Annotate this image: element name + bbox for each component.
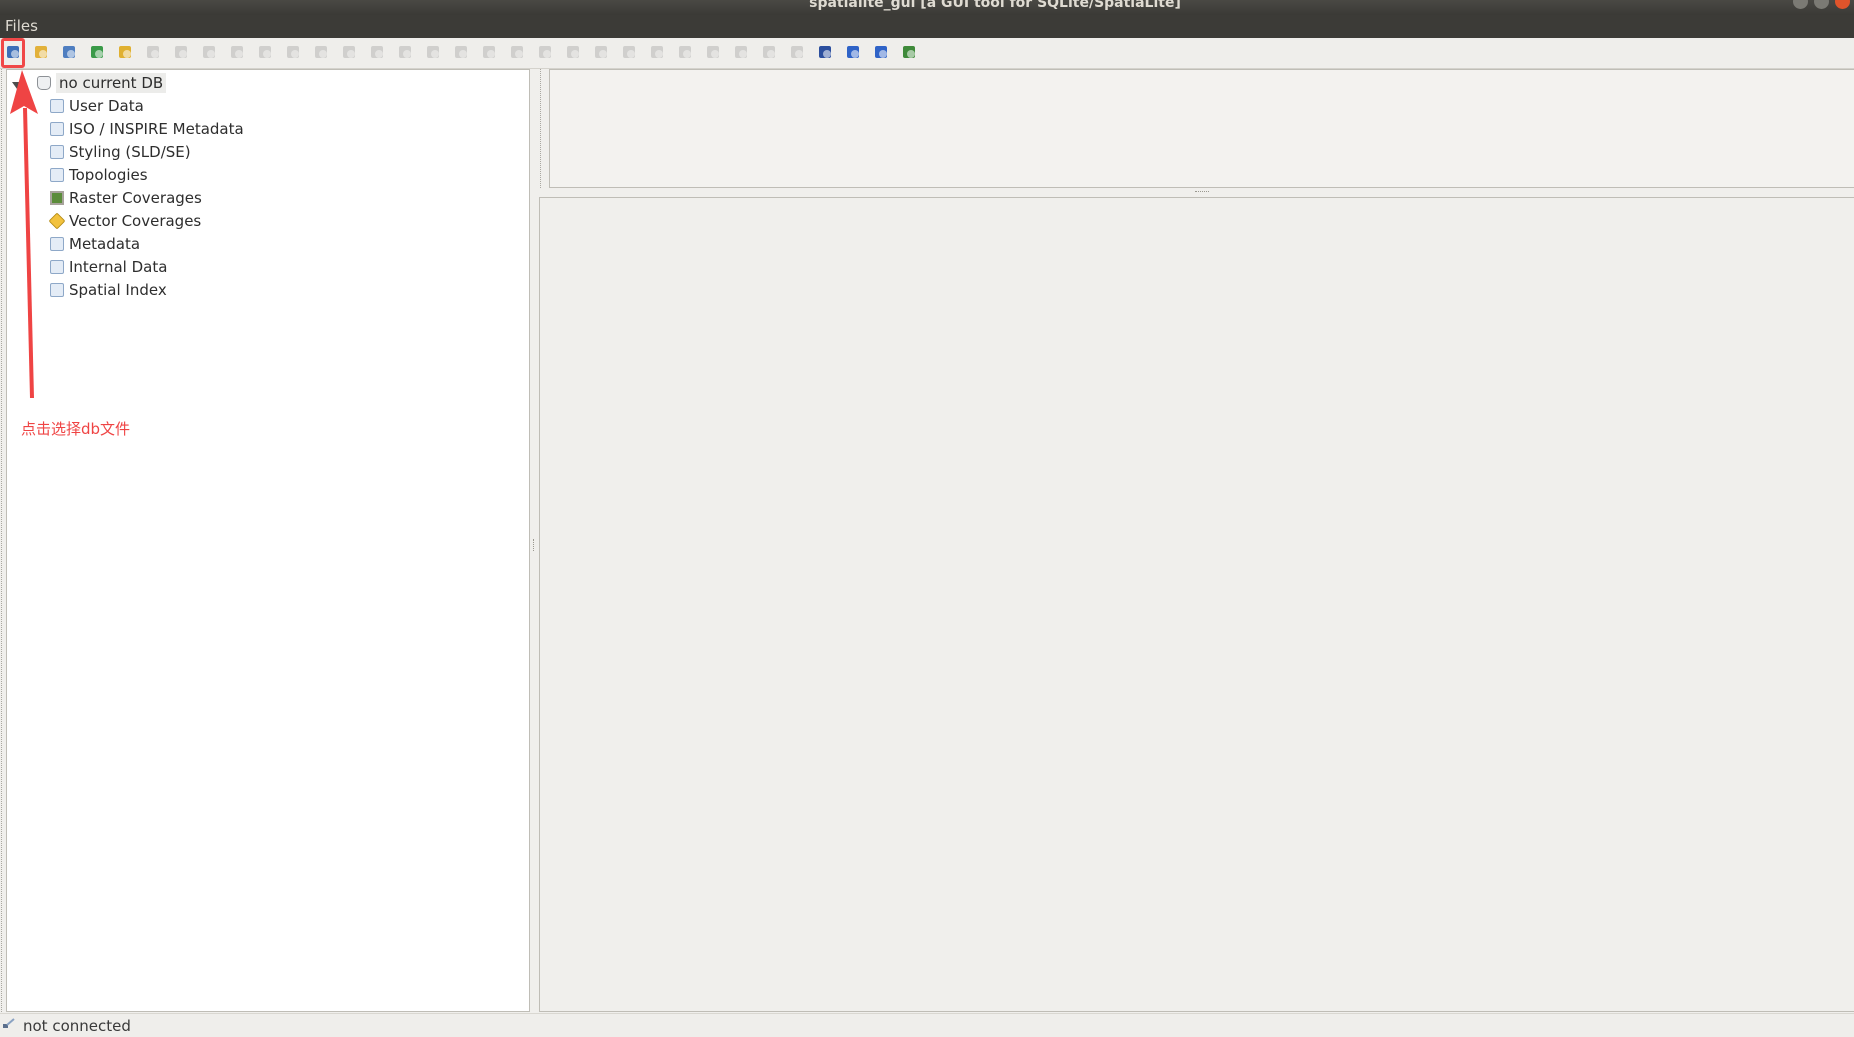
toolbar-button-disabled[interactable] <box>593 44 609 60</box>
window-title: spatialite_gui [a GUI tool for SQLite/Sp… <box>809 0 1181 11</box>
sql-query-editor[interactable] <box>549 69 1854 188</box>
exit-button[interactable] <box>901 44 917 60</box>
help-button[interactable] <box>845 44 861 60</box>
menubar: Files <box>0 15 1854 38</box>
toolbar-button-disabled[interactable] <box>145 44 161 60</box>
toolbar-button-disabled[interactable] <box>649 44 665 60</box>
horizontal-splitter[interactable] <box>540 189 1854 195</box>
tree-item-label: Metadata <box>69 234 141 253</box>
tree-item-label: ISO / INSPIRE Metadata <box>69 119 244 138</box>
menu-files[interactable]: Files <box>5 17 38 35</box>
toolbar-button-disabled[interactable] <box>705 44 721 60</box>
annotation-text: 点击选择db文件 <box>21 420 131 438</box>
db-tree-panel: no current DB User Data ISO / INSPIRE Met… <box>6 69 530 1012</box>
tree-item-styling-sld-se[interactable]: Styling (SLD/SE) <box>50 141 191 162</box>
toolbar-button-disabled[interactable] <box>761 44 777 60</box>
load-memory-button[interactable] <box>89 44 105 60</box>
toolbar-button-disabled[interactable] <box>425 44 441 60</box>
tree-item-label: Spatial Index <box>69 280 167 299</box>
tree-item-metadata[interactable]: Metadata <box>50 233 140 254</box>
disconnected-icon <box>3 1018 15 1028</box>
tree-item-label: Raster Coverages <box>69 188 202 207</box>
tree-item-vector-coverages[interactable]: Vector Coverages <box>48 210 202 231</box>
attach-db-button[interactable] <box>117 44 133 60</box>
toolbar-button-disabled[interactable] <box>481 44 497 60</box>
query-result-panel <box>539 197 1854 1012</box>
tree-item-label: Vector Coverages <box>69 211 202 230</box>
toolbar-button-disabled[interactable] <box>173 44 189 60</box>
toolbar-button-disabled[interactable] <box>369 44 385 60</box>
toolbar-button-disabled[interactable] <box>201 44 217 60</box>
memory-db-button[interactable] <box>61 44 77 60</box>
toolbar <box>0 38 1854 69</box>
toolbar-button-disabled[interactable] <box>537 44 553 60</box>
tree-item-label: User Data <box>69 96 144 115</box>
toolbar-button-disabled[interactable] <box>565 44 581 60</box>
tree-item-internal-data[interactable]: Internal Data <box>50 256 167 277</box>
toolbar-button-disabled[interactable] <box>257 44 273 60</box>
toolbar-button-disabled[interactable] <box>621 44 637 60</box>
toolbar-button-disabled[interactable] <box>285 44 301 60</box>
toolbar-button-disabled[interactable] <box>733 44 749 60</box>
toolbar-button-disabled[interactable] <box>341 44 357 60</box>
annotation-arrow <box>10 70 38 398</box>
toolbar-button-disabled[interactable] <box>229 44 245 60</box>
window-titlebar: spatialite_gui [a GUI tool for SQLite/Sp… <box>0 0 1854 15</box>
about-button[interactable] <box>873 44 889 60</box>
tree-item-spatial-index[interactable]: Spatial Index <box>50 279 167 300</box>
charset-button[interactable] <box>817 44 833 60</box>
tree-item-iso-inspire-metadata[interactable]: ISO / INSPIRE Metadata <box>50 118 244 139</box>
tree-item-label: Internal Data <box>69 257 168 276</box>
tree-item-label: Styling (SLD/SE) <box>69 142 191 161</box>
status-text: not connected <box>23 1017 131 1035</box>
vertical-splitter[interactable] <box>531 69 537 1012</box>
toolbar-button-disabled[interactable] <box>789 44 805 60</box>
statusbar: not connected <box>0 1013 1854 1037</box>
maximize-icon[interactable] <box>1814 0 1829 9</box>
toolbar-button-disabled[interactable] <box>453 44 469 60</box>
toolbar-button-disabled[interactable] <box>313 44 329 60</box>
close-icon[interactable] <box>1835 0 1850 9</box>
toolbar-button-disabled[interactable] <box>677 44 693 60</box>
tree-item-user-data[interactable]: User Data <box>50 95 144 116</box>
tree-item-topologies[interactable]: Topologies <box>50 164 148 185</box>
toolbar-button-disabled[interactable] <box>509 44 525 60</box>
toolbar-button-disabled[interactable] <box>397 44 413 60</box>
minimize-icon[interactable] <box>1793 0 1808 9</box>
tree-item-label: Topologies <box>69 165 148 184</box>
tree-root-label: no current DB <box>56 72 167 93</box>
tree-item-raster-coverages[interactable]: Raster Coverages <box>50 187 202 208</box>
